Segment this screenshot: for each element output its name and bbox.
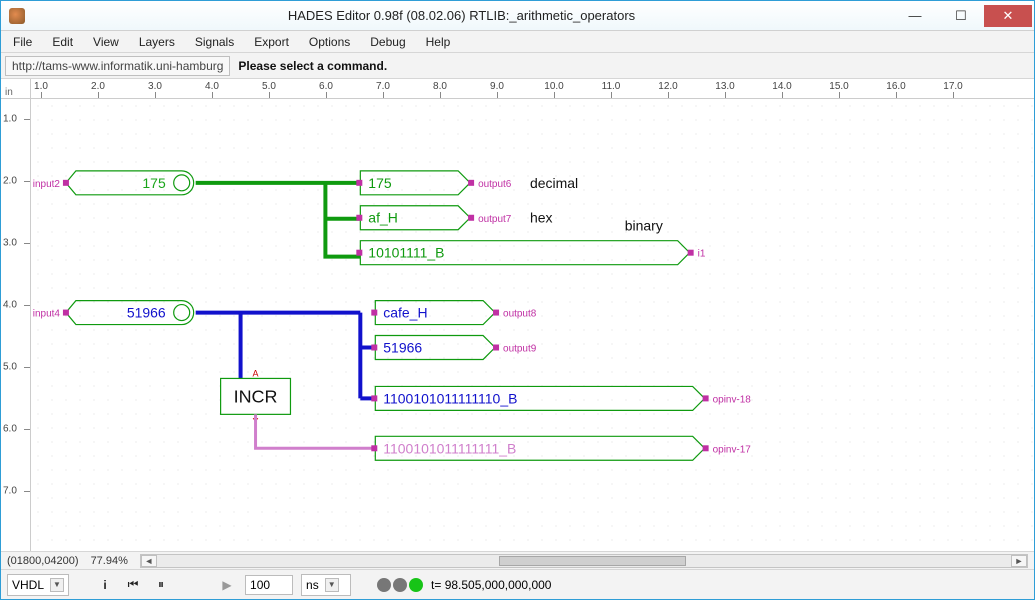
- input-box[interactable]: [66, 171, 194, 195]
- port-label: output8: [503, 309, 537, 320]
- port-label: opinv-18: [713, 394, 752, 405]
- port-marker-icon: [703, 445, 709, 451]
- light-gray-icon: [393, 578, 407, 592]
- h-scrollbar[interactable]: [140, 554, 1028, 568]
- command-prompt: Please select a command.: [238, 59, 387, 73]
- chevron-down-icon: [325, 578, 339, 592]
- skip-start-button[interactable]: ⏮: [123, 575, 143, 595]
- input-value: 175: [142, 175, 166, 191]
- zoom-readout: 77.94%: [91, 555, 128, 567]
- close-button[interactable]: [984, 5, 1032, 27]
- menu-help[interactable]: Help: [418, 33, 459, 51]
- port-marker-icon: [468, 215, 474, 221]
- java-icon: [9, 8, 25, 24]
- sim-lights: [377, 578, 423, 592]
- ruler-unit-label: in: [1, 79, 31, 98]
- port-marker-icon: [63, 180, 69, 186]
- menu-debug[interactable]: Debug: [362, 33, 413, 51]
- time-unit-select[interactable]: ns: [301, 574, 351, 596]
- play-button[interactable]: ▶: [217, 575, 237, 595]
- format-select[interactable]: VHDL: [7, 574, 69, 596]
- incr-label: INCR: [234, 386, 278, 406]
- annotation-decimal: decimal: [530, 175, 578, 191]
- scroll-thumb[interactable]: [499, 556, 687, 566]
- scroll-right-button[interactable]: [1011, 555, 1027, 567]
- output-value: 51966: [383, 339, 422, 355]
- port-label: output9: [503, 343, 537, 354]
- canvas[interactable]: 175 input2 51966 input4 175 output6 decimal af_…: [31, 99, 1034, 551]
- annotation-hex: hex: [530, 210, 553, 226]
- menu-view[interactable]: View: [85, 33, 127, 51]
- command-bar: http://tams-www.informatik.uni-hamburg P…: [1, 53, 1034, 79]
- light-green-icon: [409, 578, 423, 592]
- annotation-binary: binary: [625, 218, 663, 234]
- status-row: (01800,04200) 77.94%: [1, 551, 1034, 569]
- minimize-button[interactable]: [892, 5, 938, 27]
- port-a: A: [253, 368, 259, 378]
- scroll-left-button[interactable]: [141, 555, 157, 567]
- ruler-x: 1.02.03.04.05.06.07.08.09.010.011.012.01…: [31, 79, 1034, 98]
- pause-button[interactable]: ⏸: [151, 575, 171, 595]
- output-value: af_H: [368, 210, 398, 226]
- port-marker-icon: [63, 310, 69, 316]
- port-label: input4: [33, 309, 61, 320]
- ruler-top: in 1.02.03.04.05.06.07.08.09.010.011.012…: [1, 79, 1034, 99]
- port-marker-icon: [688, 250, 694, 256]
- port-label: output7: [478, 214, 512, 225]
- maximize-button[interactable]: [938, 5, 984, 27]
- time-step-input[interactable]: [245, 575, 293, 595]
- time-unit-value: ns: [306, 578, 319, 592]
- menu-export[interactable]: Export: [246, 33, 297, 51]
- port-marker-icon: [468, 180, 474, 186]
- output-value: 175: [368, 175, 392, 191]
- menu-signals[interactable]: Signals: [187, 33, 242, 51]
- output-value: 1100101011111110_B: [383, 390, 517, 406]
- port-marker-icon: [493, 345, 499, 351]
- output-value: cafe_H: [383, 305, 427, 321]
- menu-options[interactable]: Options: [301, 33, 358, 51]
- port-label: i1: [698, 249, 706, 260]
- output-value: 10101111_B: [368, 245, 444, 261]
- window-buttons: [892, 5, 1032, 27]
- port-label: output6: [478, 179, 512, 190]
- window-title: HADES Editor 0.98f (08.02.06) RTLIB:_ari…: [31, 8, 892, 23]
- output-value: 1100101011111111_B: [383, 440, 516, 456]
- chevron-down-icon: [50, 578, 64, 592]
- menubar: File Edit View Layers Signals Export Opt…: [1, 31, 1034, 53]
- input-value: 51966: [127, 305, 166, 321]
- coords-readout: (01800,04200): [7, 555, 79, 567]
- bottom-toolbar: VHDL i ⏮ ⏸ ▶ ns t= 98.505,000,000,000: [1, 569, 1034, 599]
- port-marker-icon: [703, 395, 709, 401]
- menu-edit[interactable]: Edit: [44, 33, 81, 51]
- light-gray-icon: [377, 578, 391, 592]
- diagram-svg[interactable]: 175 input2 51966 input4 175 output6 decimal af_…: [31, 99, 1034, 538]
- menu-file[interactable]: File: [5, 33, 40, 51]
- app-window: HADES Editor 0.98f (08.02.06) RTLIB:_ari…: [0, 0, 1035, 600]
- titlebar[interactable]: HADES Editor 0.98f (08.02.06) RTLIB:_ari…: [1, 1, 1034, 31]
- ruler-y: 1.02.03.04.05.06.07.0: [1, 99, 31, 551]
- sim-time-readout: t= 98.505,000,000,000: [431, 578, 551, 592]
- port-label: opinv-17: [713, 444, 752, 455]
- format-value: VHDL: [12, 578, 44, 592]
- main-area: 1.02.03.04.05.06.07.0 175 input2 51966 inpu…: [1, 99, 1034, 551]
- port-marker-icon: [493, 310, 499, 316]
- info-button[interactable]: i: [95, 575, 115, 595]
- wire[interactable]: [256, 414, 376, 448]
- port-label: input2: [33, 179, 61, 190]
- url-button[interactable]: http://tams-www.informatik.uni-hamburg: [5, 56, 230, 76]
- menu-layers[interactable]: Layers: [131, 33, 183, 51]
